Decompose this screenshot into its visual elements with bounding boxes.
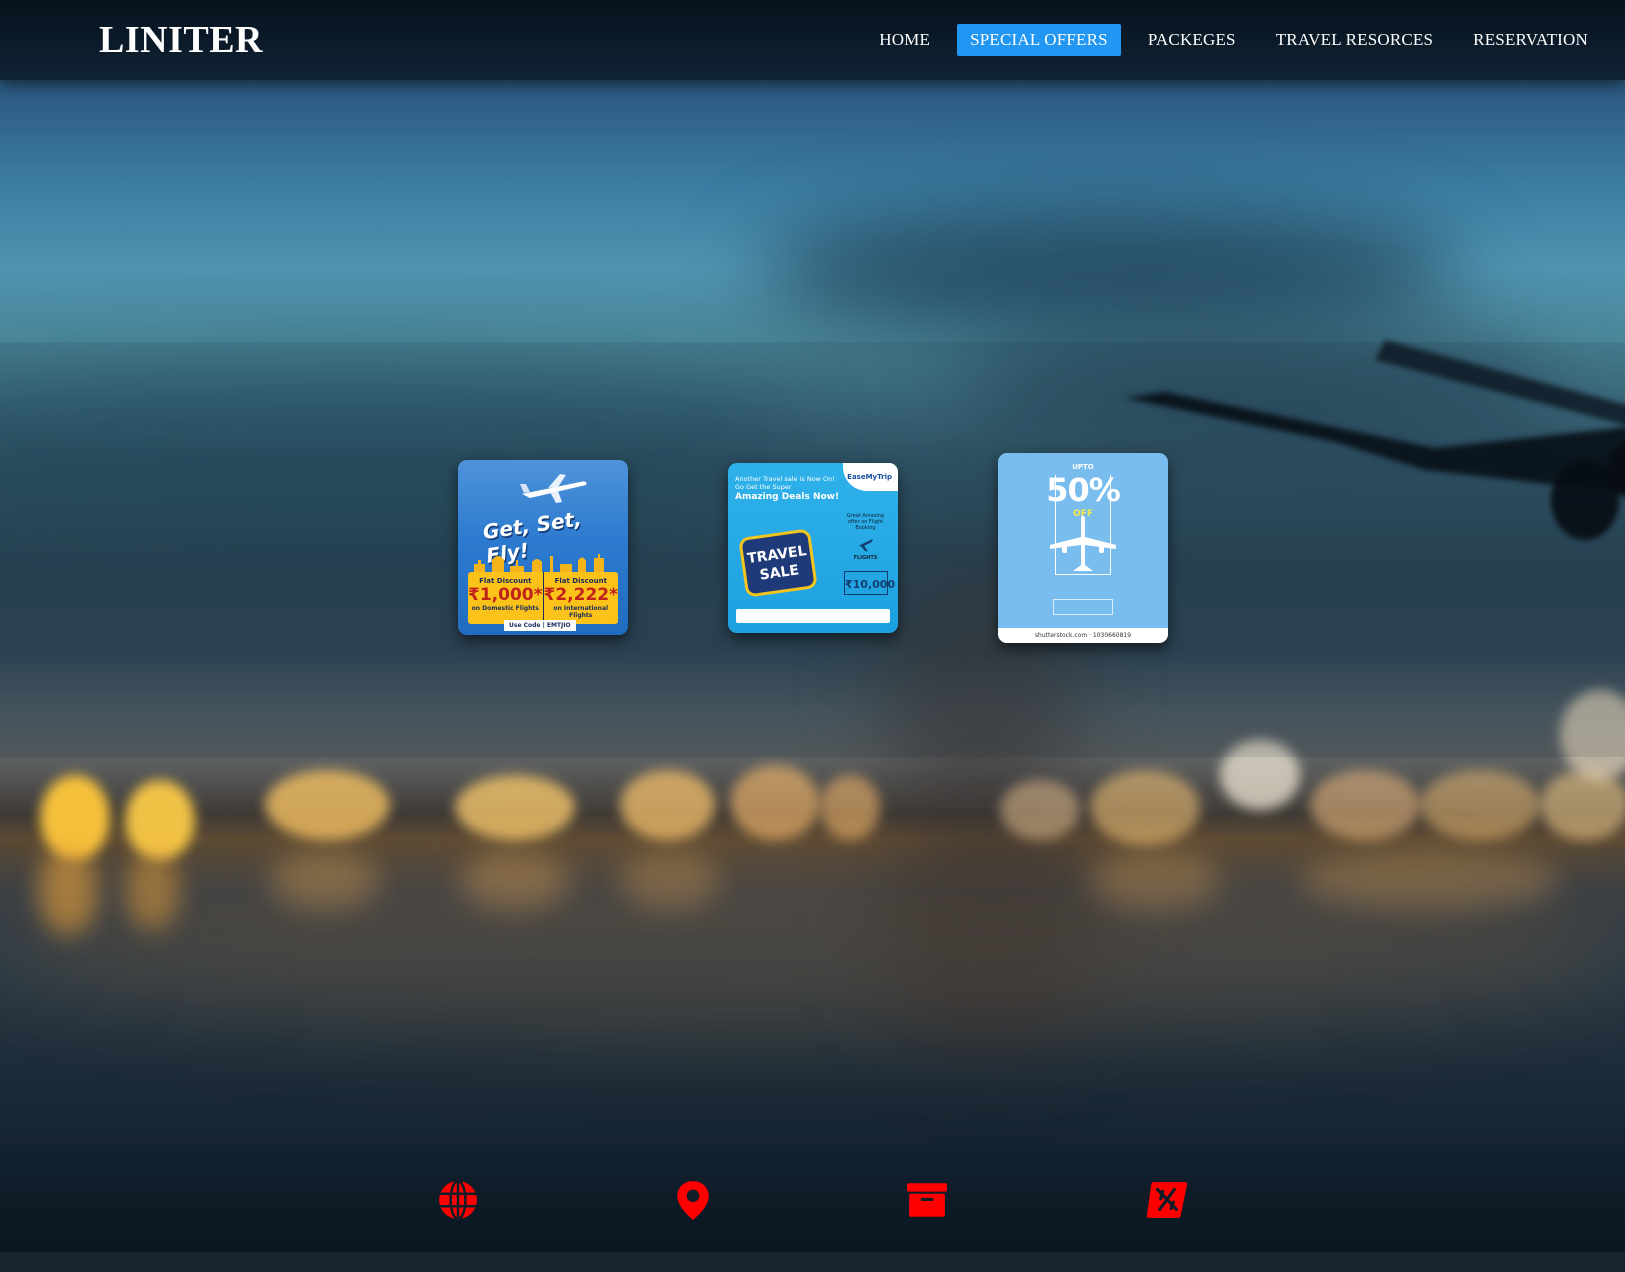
nav-home[interactable]: HOME (866, 24, 943, 56)
footer-bottom-strip (0, 1252, 1625, 1272)
percent-label: 50% (1046, 471, 1121, 509)
discount-panel: Flat Discount ₹1,000* on Domestic Flight… (468, 572, 618, 624)
nav-reservation[interactable]: RESERVATION (1460, 24, 1601, 56)
airplane-icon (858, 538, 873, 552)
domestic-discount: Flat Discount ₹1,000* on Domestic Flight… (468, 572, 543, 624)
discount-amount: ₹2,222* (543, 585, 619, 605)
location-pin-icon[interactable] (672, 1179, 714, 1221)
nav-packages[interactable]: PACKEGES (1135, 24, 1249, 56)
offer-card-get-set-fly[interactable]: Get, Set, Fly! Flat Discount ₹1,000* on … (458, 460, 628, 635)
partners-strip (736, 609, 890, 623)
nav-travel-resources[interactable]: TRAVEL RESORCES (1263, 24, 1446, 56)
globe-icon[interactable] (437, 1179, 479, 1221)
archive-box-icon[interactable] (906, 1179, 948, 1221)
headline-line-1: Another Travel sale is Now On! (735, 475, 835, 483)
footer-bar (0, 1147, 1625, 1252)
international-discount: Flat Discount ₹2,222* on International F… (542, 572, 619, 624)
discount-amount: ₹10,000 (844, 571, 895, 595)
brand-logo: EaseMyTrip (843, 463, 898, 491)
offer-category: FLIGHTS (853, 555, 878, 561)
upto-label: UPTO (1072, 463, 1094, 471)
top-navbar: LINITER HOME SPECIAL OFFERS PACKEGES TRA… (0, 0, 1625, 80)
nav-special-offers[interactable]: SPECIAL OFFERS (957, 23, 1121, 56)
flight-ticket-icon[interactable] (1146, 1179, 1188, 1221)
discount-label: Flat Discount (554, 577, 607, 585)
discount-scope: on Domestic Flights (471, 605, 539, 612)
offer-note: Great Amazing offer on Flight Booking (846, 513, 885, 531)
travel-sale-badge: TRAVEL SALE (738, 528, 818, 598)
main-nav: HOME SPECIAL OFFERS PACKEGES TRAVEL RESO… (852, 23, 1625, 56)
headline-line-2: Go Get the Super (735, 483, 792, 491)
cta-outline (1053, 599, 1113, 615)
discount-scope: on International Flights (553, 605, 609, 619)
sale-headline: Another Travel sale is Now On! Go Get th… (735, 475, 839, 503)
promo-code: Use Code | EMTJIO (504, 620, 576, 631)
flight-offer-text: Great Amazing offer on Flight Booking FL… (843, 513, 888, 561)
stock-caption: shutterstock.com · 1030660819 (998, 628, 1168, 643)
discount-label: Flat Discount (479, 577, 532, 585)
offer-card-travel-sale[interactable]: EaseMyTrip Another Travel sale is Now On… (728, 463, 898, 633)
site-logo[interactable]: LINITER (99, 18, 263, 62)
headline-bold: Amazing Deals Now! (735, 492, 840, 502)
offer-card-fifty-off[interactable]: UPTO 50% OFF shutterstock.com · 10306608… (998, 453, 1168, 643)
airplane-graphic (520, 474, 587, 503)
airplane-icon (1050, 516, 1116, 571)
discount-amount: ₹1,000* (468, 585, 543, 605)
skyline-graphic (474, 554, 604, 574)
